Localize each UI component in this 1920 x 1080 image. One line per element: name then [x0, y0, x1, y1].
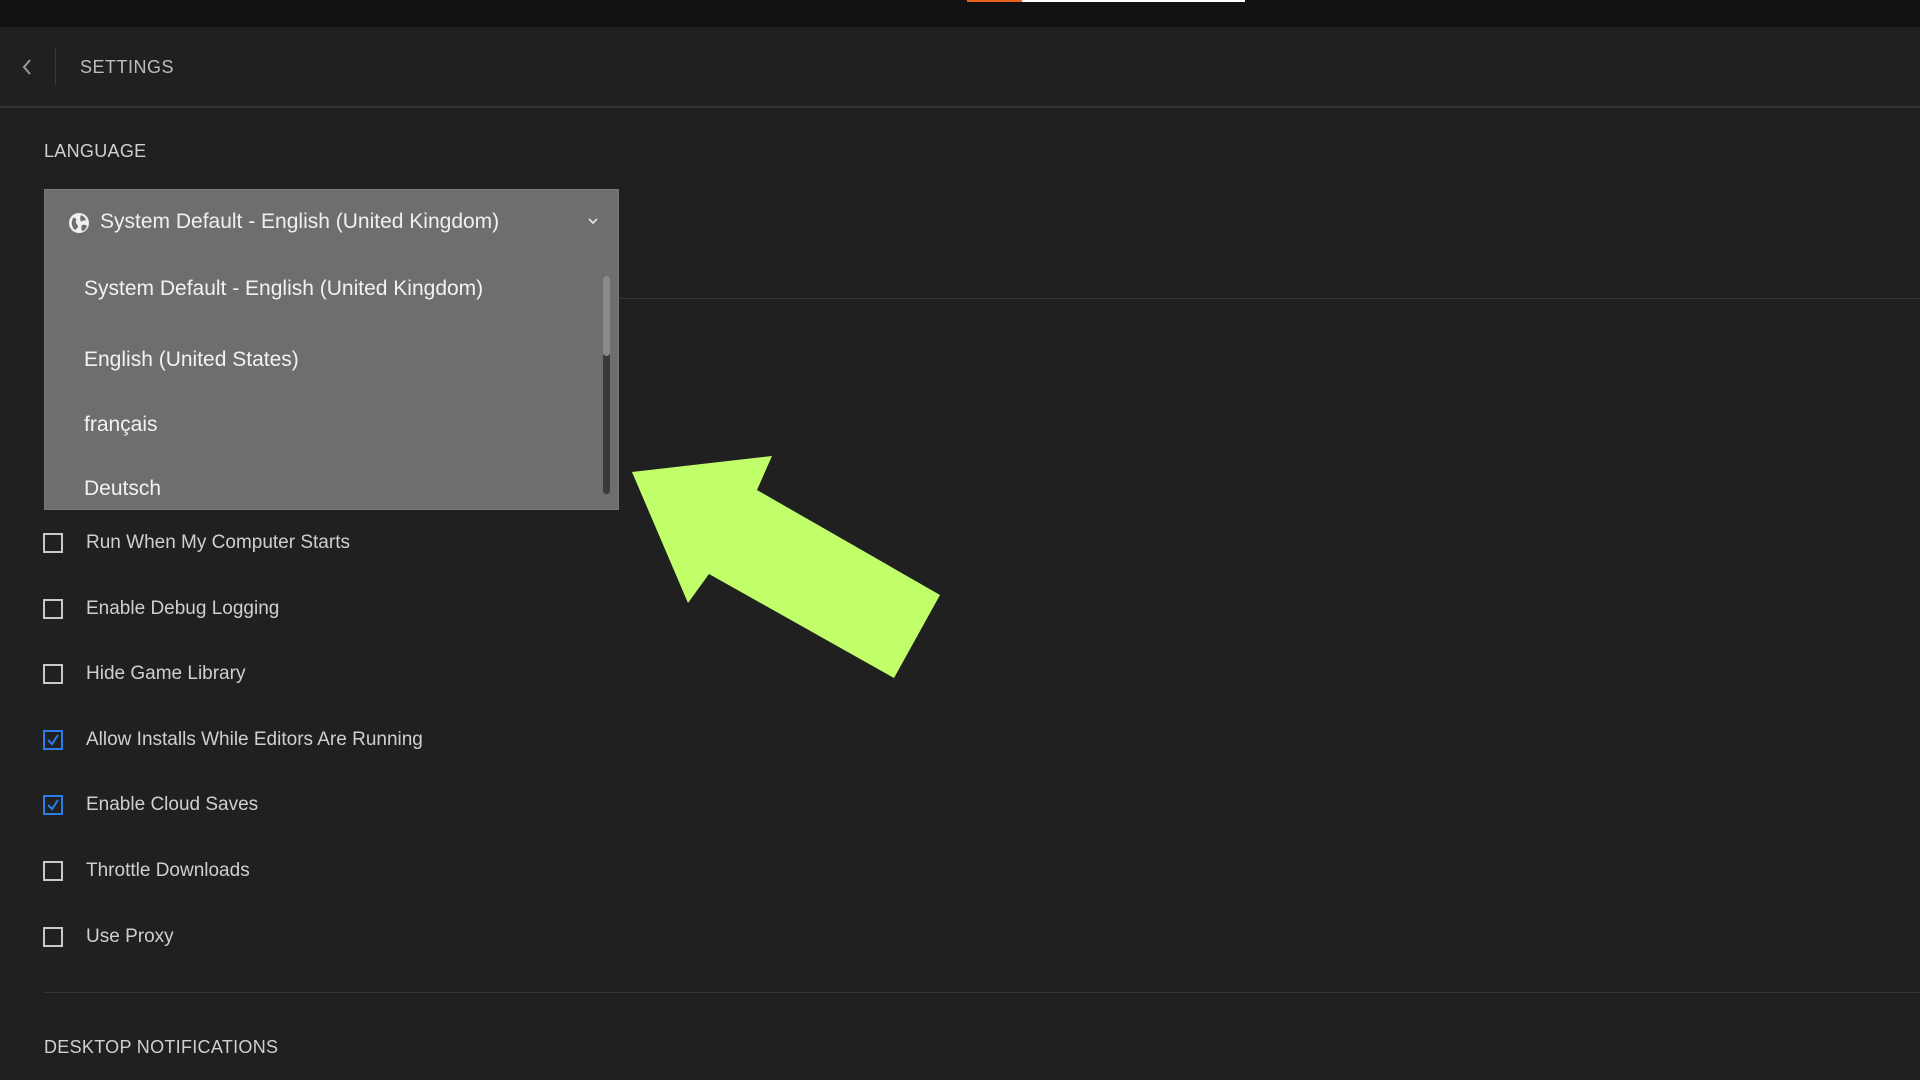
language-dropdown[interactable]: System Default - English (United Kingdom…	[44, 189, 619, 510]
language-selected-value: System Default - English (United Kingdom…	[100, 210, 500, 233]
language-option[interactable]: Deutsch	[45, 462, 600, 509]
page-title: SETTINGS	[80, 57, 175, 77]
checkbox[interactable]	[43, 927, 63, 947]
section-divider	[619, 298, 1920, 299]
chevron-left-icon	[22, 59, 31, 75]
globe-icon	[69, 213, 89, 233]
top-progress-strip	[967, 0, 1245, 2]
checkmark-icon	[47, 734, 59, 746]
dropdown-scroll-thumb[interactable]	[603, 276, 610, 356]
arrow-annotation	[632, 456, 940, 678]
language-select[interactable]: System Default - English (United Kingdom…	[45, 190, 618, 254]
section-divider	[44, 992, 1920, 993]
language-option-label: Deutsch	[84, 477, 162, 500]
chevron-down-icon	[588, 218, 598, 225]
progress-accent	[967, 0, 1022, 2]
checkbox-label: Allow Installs While Editors Are Running	[86, 729, 423, 750]
back-button[interactable]	[14, 51, 40, 83]
language-section-title: LANGUAGE	[44, 141, 147, 161]
checkbox[interactable]	[43, 599, 63, 619]
checkbox[interactable]	[43, 533, 63, 553]
checkbox[interactable]	[43, 795, 63, 815]
language-option[interactable]: System Default - English (United Kingdom…	[45, 262, 600, 318]
checkbox-label: Hide Game Library	[86, 663, 246, 684]
checkmark-icon	[47, 799, 59, 811]
checkbox[interactable]	[43, 664, 63, 684]
language-option[interactable]: English (United States)	[45, 333, 600, 389]
notifications-section-title: DESKTOP NOTIFICATIONS	[44, 1037, 279, 1057]
header-divider	[55, 47, 56, 85]
language-option-label: System Default - English (United Kingdom…	[84, 277, 484, 300]
checkbox-label: Use Proxy	[86, 926, 174, 947]
checkbox[interactable]	[43, 730, 63, 750]
settings-header: SETTINGS	[0, 27, 1920, 108]
checkbox-label: Run When My Computer Starts	[86, 532, 350, 553]
title-bar	[0, 0, 1920, 27]
language-option[interactable]: français	[45, 398, 600, 454]
dropdown-scrollbar[interactable]	[603, 276, 610, 494]
checkbox[interactable]	[43, 861, 63, 881]
checkbox-label: Throttle Downloads	[86, 860, 250, 881]
language-option-label: français	[84, 413, 158, 436]
language-option-label: English (United States)	[84, 348, 299, 371]
checkbox-label: Enable Cloud Saves	[86, 794, 259, 815]
checkbox-label: Enable Debug Logging	[86, 598, 280, 619]
